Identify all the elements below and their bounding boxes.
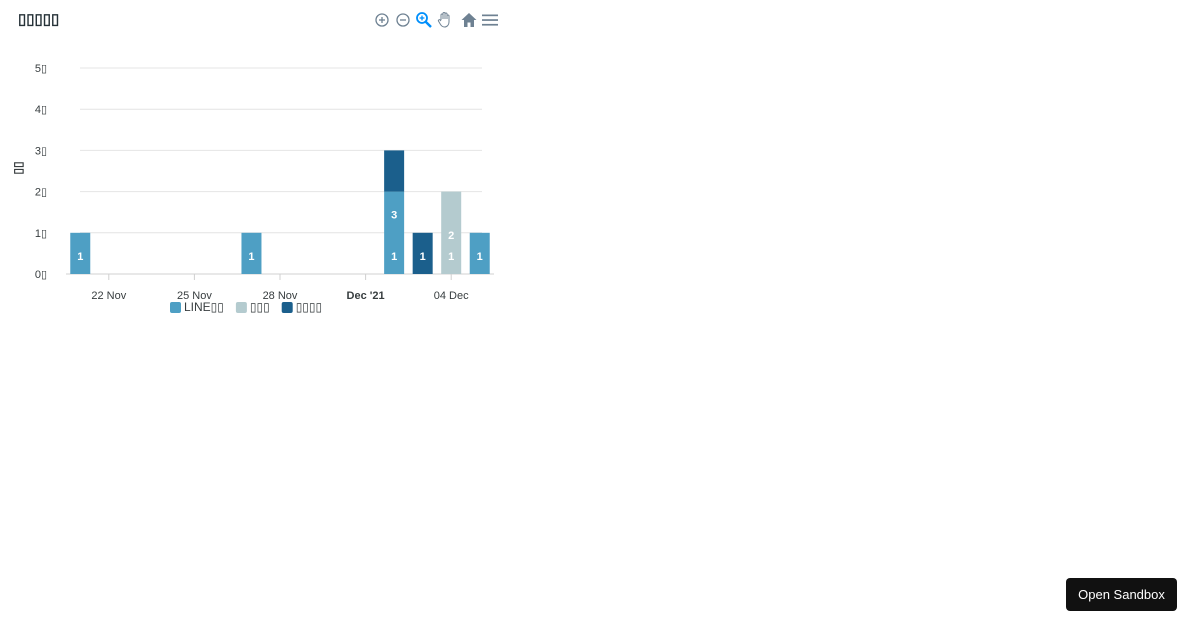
y-tick-label: 4▯ [35, 104, 47, 116]
bar[interactable] [384, 150, 405, 192]
legend-item[interactable]: ▯▯▯▯ [281, 300, 322, 314]
y-tick-label: 0▯ [35, 269, 47, 281]
data-label: 1 [448, 251, 454, 263]
y-axis-label: ▯▯ [11, 161, 25, 174]
legend-label: ▯▯▯ [250, 300, 270, 314]
x-tick-label: 22 Nov [91, 290, 126, 302]
data-label: 1 [77, 251, 83, 263]
open-sandbox-button[interactable]: Open Sandbox [1066, 578, 1177, 611]
legend-label: LINE▯▯ [184, 300, 224, 314]
x-tick-label: Dec '21 [347, 290, 385, 302]
bar-chart: 0▯1▯2▯3▯4▯5▯ ▯▯ 1 1 131 121 22 Nov 25 Nov 28 … [11, 63, 494, 314]
data-label: 1 [248, 251, 254, 263]
legend-label: ▯▯▯▯ [296, 300, 322, 314]
y-axis-ticks: 0▯ 1▯ 2▯ 3▯ 4▯ 5▯ [35, 63, 47, 281]
data-label: 2 [448, 230, 454, 242]
legend-item[interactable]: LINE▯▯ [170, 300, 224, 314]
y-tick-label: 2▯ [35, 187, 47, 199]
x-tick-label: 04 Dec [434, 290, 469, 302]
x-axis-ticks: 22 Nov 25 Nov 28 Nov Dec '21 04 Dec [91, 274, 469, 302]
data-label: 3 [391, 210, 397, 222]
y-tick-label: 3▯ [35, 145, 47, 157]
data-label: 1 [477, 251, 483, 263]
legend-item[interactable]: ▯▯▯ [235, 300, 270, 314]
data-label: 1 [391, 251, 397, 263]
y-tick-label: 1▯ [35, 228, 47, 240]
bars [70, 150, 490, 274]
data-label: 1 [420, 251, 426, 263]
y-tick-label: 5▯ [35, 63, 47, 75]
legend-marker [235, 302, 247, 313]
legend-marker [281, 302, 293, 313]
legend: LINE▯▯ ▯▯▯ ▯▯▯▯ [170, 300, 322, 314]
chart-container: ▯▯▯▯▯ 0▯ 1▯ 2▯ 3▯ 4▯ 5▯ ▯▯ 11131121 22 Nov 25 … [0, 0, 520, 330]
legend-marker [170, 302, 181, 313]
